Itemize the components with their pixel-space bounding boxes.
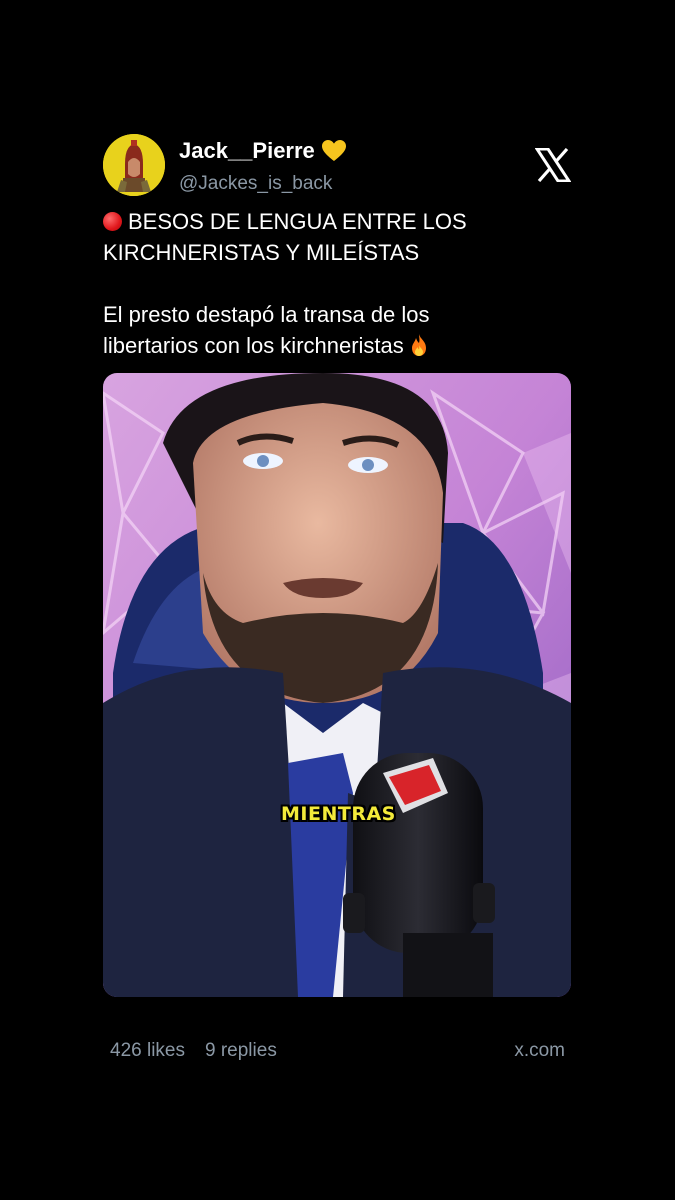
post-body-line-2: libertarios con los kirchneristas xyxy=(103,333,404,358)
yellow-heart-icon xyxy=(321,139,347,163)
post-screen: Jack__Pierre @Jackes_is_back BESOS DE LE… xyxy=(0,0,675,1200)
x-logo-icon[interactable] xyxy=(534,147,572,183)
post-footer: 426 likes 9 replies x.com xyxy=(110,1040,565,1062)
author-display-name[interactable]: Jack__Pierre xyxy=(179,138,315,164)
likes-count[interactable]: 426 likes xyxy=(110,1040,185,1062)
post-headline-line-2: KIRCHNERISTAS Y MILEÍSTAS xyxy=(103,240,420,265)
post-body-line-2-wrap: libertarios con los kirchneristas xyxy=(103,330,573,361)
video-media[interactable]: MIENTRAS xyxy=(103,373,571,997)
post-headline-line-1: BESOS DE LENGUA ENTRE LOS xyxy=(103,206,573,237)
video-frame-image xyxy=(103,373,571,997)
replies-count[interactable]: 9 replies xyxy=(205,1040,277,1062)
fire-icon xyxy=(408,333,430,357)
avatar[interactable] xyxy=(103,134,165,196)
source-domain[interactable]: x.com xyxy=(514,1040,565,1062)
post-line-1: BESOS DE LENGUA ENTRE LOS xyxy=(128,209,467,234)
post-header: Jack__Pierre @Jackes_is_back xyxy=(103,132,573,198)
avatar-image xyxy=(103,134,165,196)
name-row: Jack__Pierre xyxy=(179,138,347,164)
post-card: Jack__Pierre @Jackes_is_back BESOS DE LE… xyxy=(103,132,573,997)
red-circle-icon xyxy=(103,212,122,231)
post-text: BESOS DE LENGUA ENTRE LOS KIRCHNERISTAS … xyxy=(103,206,573,361)
author-handle[interactable]: @Jackes_is_back xyxy=(179,173,332,195)
post-body-line-1: El presto destapó la transa de los xyxy=(103,302,430,327)
video-caption: MIENTRAS xyxy=(281,803,396,825)
